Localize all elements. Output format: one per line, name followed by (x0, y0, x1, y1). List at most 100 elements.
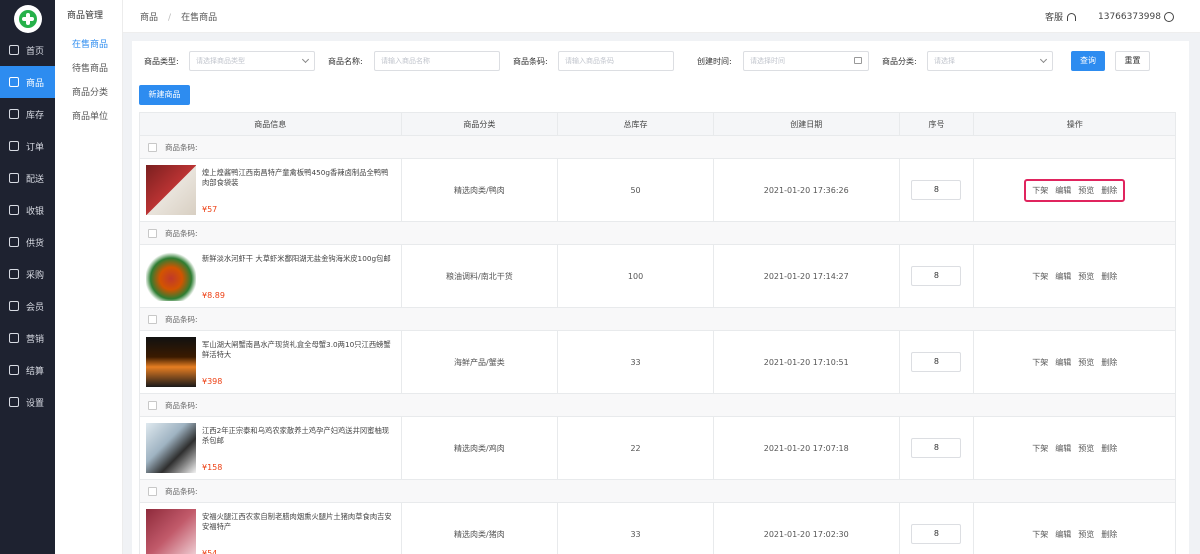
nav-item[interactable]: 采购 (0, 258, 55, 290)
delete-button[interactable]: 删除 (1101, 185, 1117, 196)
created-date: 2021-01-20 17:36:26 (714, 159, 900, 221)
seq-cell: 8 (900, 245, 975, 307)
tag-icon (9, 333, 19, 343)
submenu: 商品管理 在售商品 待售商品 商品分类 商品单位 (55, 0, 123, 554)
nav-item-label: 采购 (26, 270, 45, 281)
member-icon (9, 301, 19, 311)
offshelf-button[interactable]: 下架 (1032, 357, 1048, 368)
ops-cell: 下架 编辑 预览 删除 (974, 417, 1175, 479)
product-image[interactable] (146, 337, 196, 387)
nav-item[interactable]: 库存 (0, 98, 55, 130)
product-table: 商品信息 商品分类 总库存 创建日期 序号 操作 商品条码: 煌上煌酱鸭江西南昌特… (139, 112, 1176, 554)
preview-button[interactable]: 预览 (1078, 185, 1094, 196)
submenu-item-category[interactable]: 商品分类 (55, 81, 122, 105)
created-date: 2021-01-20 17:14:27 (714, 245, 900, 307)
nav-item[interactable]: 结算 (0, 354, 55, 386)
nav-item[interactable]: 设置 (0, 386, 55, 418)
product-image[interactable] (146, 251, 196, 301)
submenu-item-on-sale[interactable]: 在售商品 (55, 33, 122, 57)
seq-cell: 8 (900, 503, 975, 554)
row-actions: 下架 编辑 预览 删除 (1024, 178, 1126, 202)
ops-cell: 下架 编辑 预览 删除 (974, 245, 1175, 307)
seq-input[interactable]: 8 (911, 266, 962, 286)
product-category: 精选肉类/鸡肉 (402, 417, 559, 479)
submenu-title: 商品管理 (67, 11, 104, 21)
barcode-row: 商品条码: (140, 394, 1175, 417)
preview-button[interactable]: 预览 (1078, 443, 1094, 454)
nav-item[interactable]: 首页 (0, 34, 55, 66)
type-label: 商品类型: (144, 57, 179, 66)
product-category: 海鲜产品/蟹类 (402, 331, 559, 393)
settle-icon (9, 365, 19, 375)
nav-item[interactable]: 商品 (0, 66, 55, 98)
delete-button[interactable]: 删除 (1101, 271, 1117, 282)
submenu-item-pending[interactable]: 待售商品 (55, 57, 122, 81)
product-name[interactable]: 江西2年正宗泰和乌鸡农家散养土鸡孕产妇鸡送井冈蜜柚现杀包邮 (202, 426, 394, 446)
barcode-row: 商品条码: (140, 480, 1175, 503)
product-image[interactable] (146, 165, 196, 215)
seq-input[interactable]: 8 (911, 438, 962, 458)
nav-item[interactable]: 会员 (0, 290, 55, 322)
nav-item-label: 配送 (26, 174, 45, 185)
edit-button[interactable]: 编辑 (1055, 443, 1071, 454)
barcode-input[interactable]: 请输入商品条码 (558, 51, 674, 71)
order-icon (9, 141, 19, 151)
nav-item[interactable]: 供货 (0, 226, 55, 258)
submenu-item-unit[interactable]: 商品单位 (55, 105, 122, 129)
breadcrumb-root[interactable]: 商品 (140, 13, 158, 23)
offshelf-button[interactable]: 下架 (1032, 529, 1048, 540)
nav-item-label: 收银 (26, 206, 45, 217)
reset-button[interactable]: 重置 (1115, 51, 1150, 71)
preview-button[interactable]: 预览 (1078, 271, 1094, 282)
preview-button[interactable]: 预览 (1078, 357, 1094, 368)
table-row: 江西2年正宗泰和乌鸡农家散养土鸡孕产妇鸡送井冈蜜柚现杀包邮 ¥158 精选肉类/鸡肉… (140, 417, 1175, 480)
edit-button[interactable]: 编辑 (1055, 185, 1071, 196)
product-name[interactable]: 军山湖大闸蟹南昌水产现货礼盒全母蟹3.0两10只江西螃蟹鲜活特大 (202, 340, 394, 360)
nav-item-label: 库存 (26, 110, 45, 121)
type-select[interactable]: 请选择商品类型 (189, 51, 315, 71)
service-link[interactable]: 客服 (1045, 10, 1063, 23)
user-icon[interactable] (1164, 11, 1174, 22)
offshelf-button[interactable]: 下架 (1032, 271, 1048, 282)
product-image[interactable] (146, 509, 196, 554)
product-info: 江西2年正宗泰和乌鸡农家散养土鸡孕产妇鸡送井冈蜜柚现杀包邮 ¥158 (140, 417, 402, 479)
row-checkbox[interactable] (148, 486, 157, 496)
product-category: 粮油调料/南北干货 (402, 245, 559, 307)
user-phone[interactable]: 13766373998 (1098, 12, 1161, 22)
product-name[interactable]: 新鲜淡水河虾干 大草虾米鄱阳湖无盐金钩海米皮100g包邮 (202, 254, 394, 264)
edit-button[interactable]: 编辑 (1055, 271, 1071, 282)
row-checkbox[interactable] (148, 142, 157, 152)
delete-button[interactable]: 删除 (1101, 443, 1117, 454)
row-actions: 下架 编辑 预览 删除 (1025, 352, 1124, 373)
name-input[interactable]: 请输入商品名称 (374, 51, 500, 71)
row-checkbox[interactable] (148, 400, 157, 410)
product-name[interactable]: 煌上煌酱鸭江西南昌特产童禽板鸭450g香辣卤制品全鸭鸭肉部食袋装 (202, 168, 394, 188)
headset-icon[interactable] (1067, 12, 1076, 21)
nav-item[interactable]: 营销 (0, 322, 55, 354)
delete-button[interactable]: 删除 (1101, 357, 1117, 368)
search-button[interactable]: 查询 (1071, 51, 1105, 71)
preview-button[interactable]: 预览 (1078, 529, 1094, 540)
new-product-button[interactable]: 新建商品 (139, 85, 190, 105)
nav-item[interactable]: 订单 (0, 130, 55, 162)
edit-button[interactable]: 编辑 (1055, 529, 1071, 540)
col-header: 操作 (1066, 120, 1083, 129)
nav-item[interactable]: 收银 (0, 194, 55, 226)
product-stock: 100 (558, 245, 714, 307)
time-picker[interactable]: 请选择时间 (743, 51, 869, 71)
product-stock: 33 (558, 503, 714, 554)
offshelf-button[interactable]: 下架 (1032, 185, 1048, 196)
seq-input[interactable]: 8 (911, 180, 962, 200)
seq-input[interactable]: 8 (911, 352, 962, 372)
delete-button[interactable]: 删除 (1101, 529, 1117, 540)
edit-button[interactable]: 编辑 (1055, 357, 1071, 368)
nav-item[interactable]: 配送 (0, 162, 55, 194)
seq-input[interactable]: 8 (911, 524, 962, 544)
row-checkbox[interactable] (148, 314, 157, 324)
product-stock: 33 (558, 331, 714, 393)
category-select[interactable]: 请选择 (927, 51, 1053, 71)
row-checkbox[interactable] (148, 228, 157, 238)
product-name[interactable]: 安福火腿江西农家自制老腊肉烟熏火腿片土猪肉草食肉吉安安福特产 (202, 512, 394, 532)
offshelf-button[interactable]: 下架 (1032, 443, 1048, 454)
product-image[interactable] (146, 423, 196, 473)
